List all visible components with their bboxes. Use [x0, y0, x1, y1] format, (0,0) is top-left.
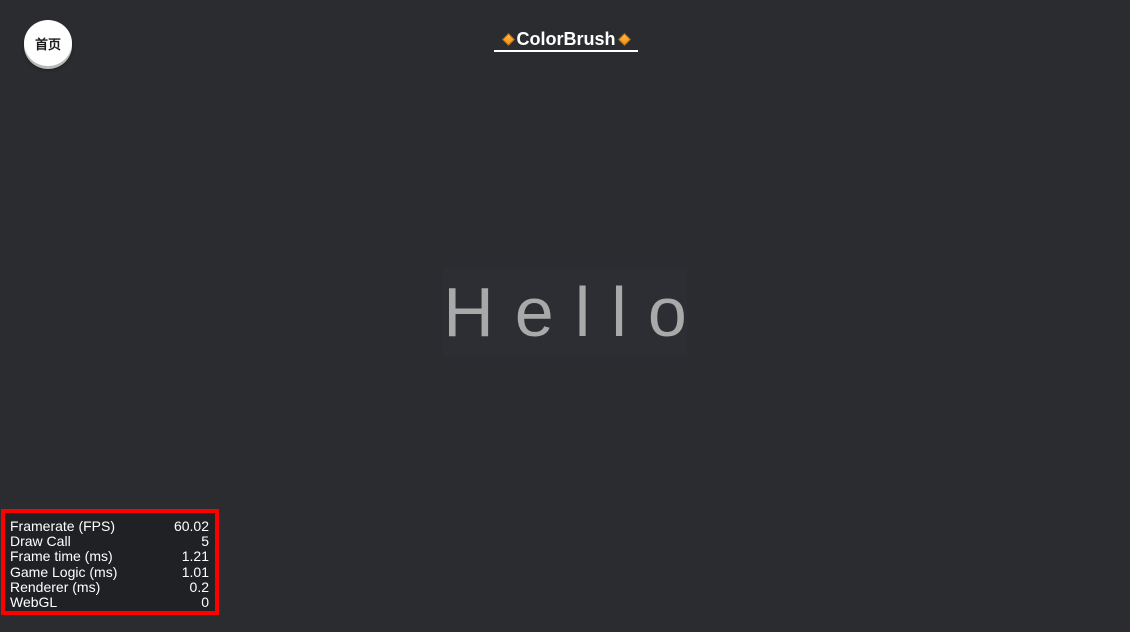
stat-value: 5	[201, 533, 209, 550]
stat-label: Frame time (ms)	[10, 548, 113, 565]
game-canvas[interactable]: 首页 ColorBrush Hello Framerate (FPS) 60.0…	[0, 0, 1130, 632]
stat-row-renderer: Renderer (ms) 0.2	[10, 578, 209, 595]
stat-value: 0.2	[189, 578, 209, 595]
stat-value: 0	[201, 593, 209, 610]
stat-label: WebGL	[10, 593, 58, 610]
orange-diamond-icon	[617, 32, 631, 46]
profiler-stats-panel: Framerate (FPS) 60.02 Draw Call 5 Frame …	[1, 509, 219, 615]
stat-row-fps: Framerate (FPS) 60.02	[10, 518, 209, 534]
stat-row-frame-time: Frame time (ms) 1.21	[10, 549, 209, 564]
home-button-label: 首页	[34, 37, 61, 53]
stat-value: 1.01	[181, 563, 209, 580]
orange-diamond-icon	[501, 32, 515, 46]
title-link[interactable]: ColorBrush	[494, 28, 638, 52]
hello-text: Hello	[443, 273, 708, 351]
hello-label-box: Hello	[443, 268, 687, 356]
stat-value: 1.21	[181, 548, 209, 565]
stat-row-webgl: WebGL 0	[10, 593, 209, 610]
stat-value: 60.02	[173, 518, 209, 534]
home-button[interactable]: 首页	[24, 20, 72, 66]
stat-label: Draw Call	[10, 533, 71, 550]
page-title: ColorBrush	[516, 29, 616, 49]
stat-row-game-logic: Game Logic (ms) 1.01	[10, 563, 209, 580]
stat-label: Game Logic (ms)	[10, 563, 118, 580]
stat-row-draw-call: Draw Call 5	[10, 534, 209, 549]
stat-label: Renderer (ms)	[10, 578, 101, 595]
stat-label: Framerate (FPS)	[10, 518, 116, 534]
